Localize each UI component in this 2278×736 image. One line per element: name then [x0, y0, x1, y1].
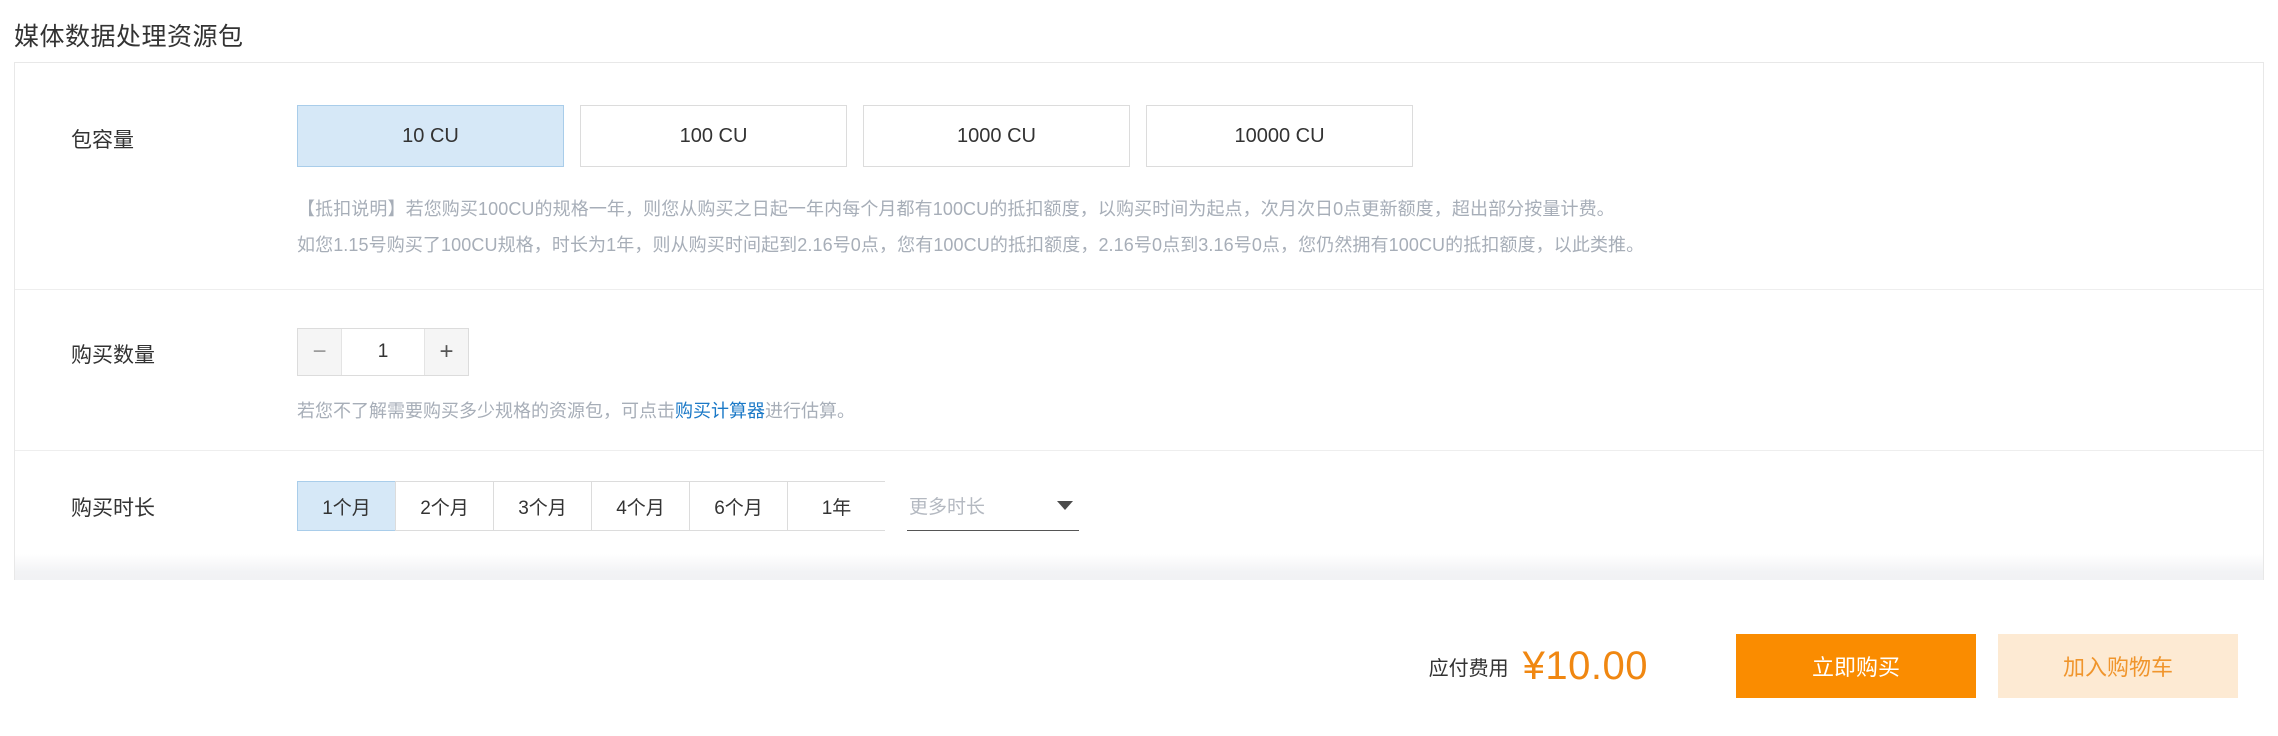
capacity-section: 包容量 10 CU 100 CU 1000 CU 10000 CU 【抵扣说明】…: [15, 63, 2263, 289]
duration-option-6-months[interactable]: 6个月: [689, 481, 787, 531]
configuration-card: 包容量 10 CU 100 CU 1000 CU 10000 CU 【抵扣说明】…: [14, 62, 2264, 580]
capacity-description-line-1: 【抵扣说明】若您购买100CU的规格一年，则您从购买之日起一年内每个月都有100…: [297, 199, 1615, 219]
page-title: 媒体数据处理资源包: [14, 23, 244, 51]
quantity-section: 购买数量 − 1 + 若您不了解需要购买多少规格的资源包，可点击购买计算器进行估…: [15, 289, 2263, 450]
purchase-calculator-link[interactable]: 购买计算器: [675, 401, 765, 421]
chevron-down-icon: [1057, 501, 1073, 510]
duration-option-group: 1个月 2个月 3个月 4个月 6个月 1年 更多时长: [297, 481, 2263, 531]
more-duration-label: 更多时长: [909, 497, 986, 518]
quantity-label: 购买数量: [71, 344, 155, 367]
capacity-option-1000cu[interactable]: 1000 CU: [863, 105, 1130, 167]
minus-icon[interactable]: −: [298, 329, 342, 375]
buy-now-button[interactable]: 立即购买: [1736, 634, 1976, 698]
duration-label: 购买时长: [71, 497, 155, 520]
duration-option-4-months[interactable]: 4个月: [591, 481, 689, 531]
fee-label: 应付费用: [1428, 657, 1509, 680]
duration-option-3-months[interactable]: 3个月: [493, 481, 591, 531]
quantity-hint: 若您不了解需要购买多少规格的资源包，可点击购买计算器进行估算。: [297, 398, 2263, 424]
duration-section: 购买时长 1个月 2个月 3个月 4个月 6个月 1年 更多时长: [15, 450, 2263, 580]
purchase-page: 媒体数据处理资源包 包容量 10 CU 100 CU 1000 CU 10000…: [0, 0, 2278, 736]
capacity-option-10cu[interactable]: 10 CU: [297, 105, 564, 167]
quantity-stepper[interactable]: − 1 +: [297, 328, 469, 376]
add-to-cart-button[interactable]: 加入购物车: [1998, 634, 2238, 698]
capacity-label: 包容量: [71, 129, 134, 152]
quantity-input[interactable]: 1: [342, 329, 424, 375]
duration-option-1-month[interactable]: 1个月: [297, 481, 395, 531]
plus-icon[interactable]: +: [424, 329, 468, 375]
capacity-option-100cu[interactable]: 100 CU: [580, 105, 847, 167]
capacity-description-line-2: 如您1.15号购买了100CU规格，时长为1年，则从购买时间起到2.16号0点，…: [297, 235, 1645, 255]
quantity-hint-prefix: 若您不了解需要购买多少规格的资源包，可点击: [297, 401, 675, 421]
purchase-footer: 应付费用 ¥10.00 立即购买 加入购物车: [0, 596, 2278, 736]
more-duration-select[interactable]: 更多时长: [907, 481, 1079, 531]
total-price: ¥10.00: [1522, 644, 1648, 688]
quantity-hint-suffix: 进行估算。: [765, 401, 855, 421]
duration-option-2-months[interactable]: 2个月: [395, 481, 493, 531]
capacity-option-group: 10 CU 100 CU 1000 CU 10000 CU: [297, 105, 2263, 167]
duration-option-1-year[interactable]: 1年: [787, 481, 885, 531]
capacity-option-10000cu[interactable]: 10000 CU: [1146, 105, 1413, 167]
